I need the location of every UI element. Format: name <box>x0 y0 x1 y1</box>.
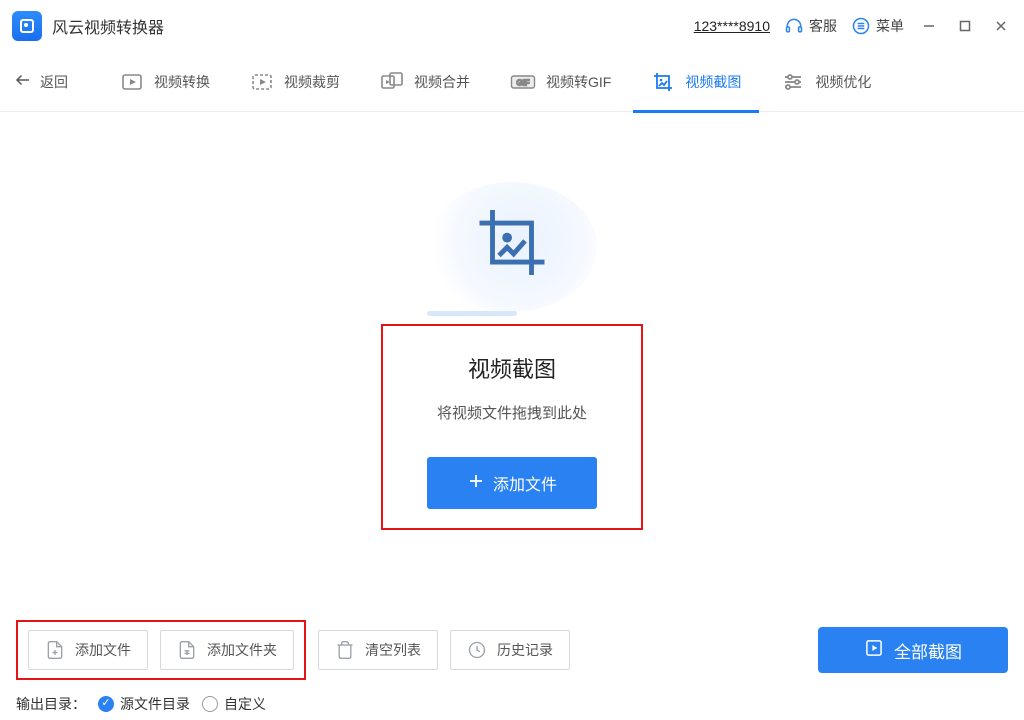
folder-plus-icon <box>177 640 197 660</box>
radio-source-label: 源文件目录 <box>120 694 190 714</box>
nav-video-crop[interactable]: 视频裁剪 <box>232 52 358 112</box>
nav-label: 视频转GIF <box>546 72 611 92</box>
app-title: 风云视频转换器 <box>52 14 164 38</box>
nav-label: 视频裁剪 <box>284 72 340 92</box>
output-label: 输出目录： <box>16 694 86 714</box>
add-folder-button[interactable]: 添加文件夹 <box>160 630 294 670</box>
app-logo <box>12 11 42 41</box>
arrow-left-icon <box>14 71 32 92</box>
add-file-button-small[interactable]: 添加文件 <box>28 630 148 670</box>
sliders-icon <box>781 70 805 94</box>
play-convert-icon <box>120 70 144 94</box>
window-maximize-button[interactable] <box>954 15 976 37</box>
window-minimize-button[interactable] <box>918 15 940 37</box>
headset-icon <box>784 16 804 36</box>
main-area: 视频截图 将视频文件拖拽到此处 添加文件 <box>0 112 1024 608</box>
svg-text:GIF: GIF <box>516 78 529 87</box>
crop-image-illustration-icon <box>473 204 551 285</box>
menu-label: 菜单 <box>876 16 904 36</box>
file-plus-icon <box>45 640 65 660</box>
add-folder-label: 添加文件夹 <box>207 640 277 660</box>
drop-zone[interactable]: 视频截图 将视频文件拖拽到此处 添加文件 <box>381 324 643 530</box>
play-crop-icon <box>250 70 274 94</box>
illustration <box>427 182 597 312</box>
support-button[interactable]: 客服 <box>784 16 837 36</box>
add-file-label: 添加文件 <box>493 471 557 495</box>
trash-icon <box>335 640 355 660</box>
output-row: 输出目录： 源文件目录 自定义 <box>16 694 1008 714</box>
window-close-button[interactable] <box>990 15 1012 37</box>
nav-label: 视频转换 <box>154 72 210 92</box>
clear-list-label: 清空列表 <box>365 640 421 660</box>
radio-custom-dir[interactable]: 自定义 <box>202 694 266 714</box>
radio-source-dir[interactable]: 源文件目录 <box>98 694 190 714</box>
play-merge-icon <box>380 70 404 94</box>
nav-video-to-gif[interactable]: GIF 视频转GIF <box>492 52 629 112</box>
nav-label: 视频截图 <box>685 72 741 92</box>
bottom-bar: 添加文件 添加文件夹 清空列表 历史记录 <box>0 608 1024 720</box>
drop-title: 视频截图 <box>383 352 641 384</box>
back-label: 返回 <box>40 72 68 92</box>
back-button[interactable]: 返回 <box>14 71 78 92</box>
drop-subtitle: 将视频文件拖拽到此处 <box>383 402 641 423</box>
add-file-button[interactable]: 添加文件 <box>427 457 597 509</box>
add-file-label: 添加文件 <box>75 640 131 660</box>
add-buttons-group: 添加文件 添加文件夹 <box>16 620 306 680</box>
nav-video-screenshot[interactable]: 视频截图 <box>633 52 759 112</box>
nav-video-merge[interactable]: 视频合并 <box>362 52 488 112</box>
clock-icon <box>467 640 487 660</box>
title-bar: 风云视频转换器 123****8910 客服 菜单 <box>0 0 1024 52</box>
account-id[interactable]: 123****8910 <box>694 18 770 34</box>
radio-custom-label: 自定义 <box>224 694 266 714</box>
image-crop-icon <box>651 70 675 94</box>
capture-all-label: 全部截图 <box>894 638 962 663</box>
capture-all-button[interactable]: 全部截图 <box>818 627 1008 673</box>
play-outline-icon <box>864 638 884 663</box>
menu-list-icon <box>851 16 871 36</box>
history-button[interactable]: 历史记录 <box>450 630 570 670</box>
clear-list-button[interactable]: 清空列表 <box>318 630 438 670</box>
gif-icon: GIF <box>510 70 536 94</box>
nav-label: 视频优化 <box>815 72 871 92</box>
nav-label: 视频合并 <box>414 72 470 92</box>
support-label: 客服 <box>809 16 837 36</box>
menu-button[interactable]: 菜单 <box>851 16 904 36</box>
nav-video-optimize[interactable]: 视频优化 <box>763 52 889 112</box>
plus-icon <box>467 472 485 495</box>
nav-toolbar: 返回 视频转换 视频裁剪 视频合并 GIF 视频转GIF 视频截图 <box>0 52 1024 112</box>
history-label: 历史记录 <box>497 640 553 660</box>
nav-video-convert[interactable]: 视频转换 <box>102 52 228 112</box>
